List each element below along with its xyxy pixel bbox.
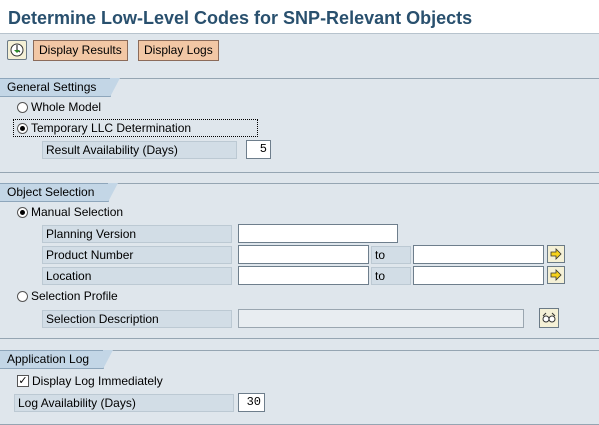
whole-model-label: Whole Model bbox=[31, 100, 102, 114]
product-multiple-selection-button[interactable] bbox=[547, 245, 565, 263]
display-results-button[interactable]: Display Results bbox=[33, 40, 128, 61]
application-toolbar: Display Results Display Logs bbox=[0, 34, 599, 66]
log-availability-input[interactable]: 30 bbox=[238, 393, 265, 412]
manual-selection-radio[interactable] bbox=[17, 207, 28, 218]
planning-version-label: Planning Version bbox=[42, 225, 232, 243]
location-label: Location bbox=[42, 267, 232, 285]
product-to-label: to bbox=[371, 246, 411, 264]
display-log-immediately-checkbox[interactable]: ✓ bbox=[17, 375, 29, 387]
manual-selection-label: Manual Selection bbox=[31, 205, 124, 219]
location-to-input[interactable] bbox=[413, 266, 544, 285]
execute-button[interactable] bbox=[7, 40, 27, 60]
location-from-input[interactable] bbox=[238, 266, 369, 285]
log-availability-label: Log Availability (Days) bbox=[14, 394, 234, 412]
selection-description-input bbox=[238, 309, 524, 328]
location-to-label: to bbox=[371, 267, 411, 285]
application-log-title: Application Log bbox=[0, 350, 114, 369]
display-log-immediately-label: Display Log Immediately bbox=[32, 374, 163, 388]
execute-icon bbox=[10, 43, 24, 57]
object-selection-title: Object Selection bbox=[0, 183, 119, 202]
temporary-llc-radio[interactable] bbox=[17, 123, 28, 134]
general-settings-title: General Settings bbox=[0, 78, 121, 97]
arrow-right-icon bbox=[550, 269, 562, 281]
location-multiple-selection-button[interactable] bbox=[547, 266, 565, 284]
arrow-right-icon bbox=[550, 248, 562, 260]
whole-model-radio[interactable] bbox=[17, 102, 28, 113]
display-logs-button[interactable]: Display Logs bbox=[138, 40, 219, 61]
temporary-llc-label: Temporary LLC Determination bbox=[31, 121, 192, 135]
result-availability-input[interactable]: 5 bbox=[246, 140, 271, 159]
glasses-icon bbox=[542, 312, 556, 323]
title-bar: Determine Low-Level Codes for SNP-Releva… bbox=[0, 0, 599, 34]
selection-profile-radio[interactable] bbox=[17, 291, 28, 302]
page-title: Determine Low-Level Codes for SNP-Releva… bbox=[8, 8, 473, 28]
selection-description-label: Selection Description bbox=[42, 310, 232, 328]
profile-select-button[interactable] bbox=[539, 308, 559, 328]
product-number-to-input[interactable] bbox=[413, 245, 544, 264]
product-number-from-input[interactable] bbox=[238, 245, 369, 264]
product-number-label: Product Number bbox=[42, 246, 232, 264]
planning-version-input[interactable] bbox=[238, 224, 398, 243]
object-selection-group: Object Selection Manual Selection Planni… bbox=[0, 183, 599, 339]
general-settings-group: General Settings Whole Model Temporary L… bbox=[0, 78, 599, 173]
selection-profile-label: Selection Profile bbox=[31, 289, 118, 303]
application-log-group: Application Log ✓ Display Log Immediatel… bbox=[0, 350, 599, 425]
result-availability-label: Result Availability (Days) bbox=[42, 141, 237, 159]
